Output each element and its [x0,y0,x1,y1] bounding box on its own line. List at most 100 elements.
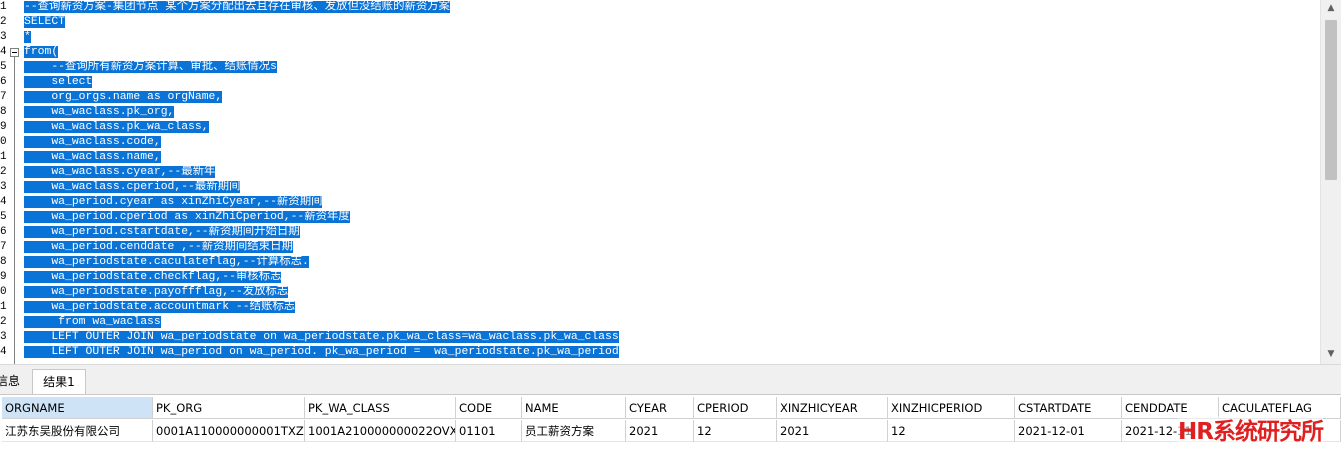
column-header[interactable]: XINZHICYEAR [777,397,888,419]
tab-info[interactable]: 信息 [0,369,30,394]
selected-code-text[interactable]: select [24,76,93,88]
code-line[interactable]: wa_waclass.code, [24,135,161,150]
selected-code-text[interactable]: SELECT [24,16,66,28]
selected-code-text[interactable]: wa_period.cstartdate,--薪资期间开始日期 [24,226,300,238]
code-line[interactable]: wa_period.cyear as xinZhiCyear,--薪资期间 [24,195,323,210]
column-header[interactable]: PK_WA_CLASS [305,397,456,419]
code-area[interactable]: --查询薪资方案-集团节点 某个方案分配出去且存在审核、发放但没结账的薪资方案 S… [24,0,1319,364]
code-line[interactable]: org_orgs.name as orgName, [24,90,223,105]
editor-vertical-scrollbar[interactable]: ▲ ▼ [1320,0,1341,364]
line-number-gutter: 1 2 3 4 5 6 7 8 9 0 1 2 3 4 5 6 7 8 9 0 1 2 3 4 [0,0,22,364]
line-number: 4 [0,196,7,208]
code-line[interactable]: wa_waclass.pk_wa_class, [24,120,209,135]
selected-code-text[interactable]: --查询薪资方案-集团节点 某个方案分配出去且存在审核、发放但没结账的薪资方案 [24,1,451,13]
scroll-down-arrow-icon[interactable]: ▼ [1321,346,1341,362]
scrollbar-thumb[interactable] [1325,20,1337,180]
column-header[interactable]: CYEAR [626,397,694,419]
selected-code-text[interactable]: wa_waclass.cyear,--最新年 [24,166,216,178]
column-header[interactable]: CSTARTDATE [1015,397,1122,419]
line-number: 5 [0,211,7,223]
selected-code-text[interactable]: * [24,31,31,43]
line-number: 7 [0,241,7,253]
selected-code-text[interactable]: LEFT OUTER JOIN wa_periodstate on wa_per… [24,331,619,343]
code-line[interactable]: LEFT OUTER JOIN wa_periodstate on wa_per… [24,330,619,345]
line-number: 9 [0,271,7,283]
column-header[interactable]: CPERIOD [694,397,777,419]
code-line[interactable]: --查询所有薪资方案计算、审批、结账情况s [24,60,277,75]
result-grid[interactable]: ORGNAME 江苏东吴股份有限公司 PK_ORG 0001A110000000001… [0,394,1341,449]
table-cell[interactable]: 1001A210000000022OVX [305,420,456,442]
table-cell[interactable]: 江苏东吴股份有限公司 [2,420,153,442]
result-tab-bar: 信息 结果1 [0,364,1341,395]
code-line[interactable]: wa_periodstate.accountmark --结账标志 [24,300,296,315]
table-cell[interactable]: 12 [888,420,1015,442]
watermark: HR系统研究所 [1178,416,1324,448]
tab-result-1[interactable]: 结果1 [32,369,86,395]
fold-collapse-icon[interactable] [10,48,19,57]
line-number: 6 [0,226,7,238]
code-line[interactable]: from wa_waclass [24,315,161,330]
line-number: 3 [0,181,7,193]
line-number: 2 [0,316,7,328]
table-cell[interactable]: 2021 [777,420,888,442]
code-line[interactable]: wa_period.cstartdate,--薪资期间开始日期 [24,225,300,240]
line-number: 1 [0,151,7,163]
column-header[interactable]: ORGNAME [2,397,153,419]
code-line[interactable]: select [24,75,93,90]
selected-code-text[interactable]: wa_period.cenddate ,--薪资期间结束日期 [24,241,293,253]
line-number: 0 [0,286,7,298]
code-line[interactable]: * [24,30,31,45]
line-number: 2 [0,166,7,178]
line-number: 6 [0,76,7,88]
column-header[interactable]: XINZHICPERIOD [888,397,1015,419]
selected-code-text[interactable]: from wa_waclass [24,316,161,328]
code-line[interactable]: LEFT OUTER JOIN wa_period on wa_period. … [24,345,619,360]
line-number: 3 [0,31,7,43]
column-header[interactable]: CODE [456,397,522,419]
code-line[interactable]: SELECT [24,15,66,30]
code-line[interactable]: wa_periodstate.checkflag,--审核标志 [24,270,282,285]
code-line[interactable]: wa_period.cperiod as xinZhiCperiod,--薪资年… [24,210,350,225]
table-cell[interactable]: 12 [694,420,777,442]
code-line[interactable]: wa_period.cenddate ,--薪资期间结束日期 [24,240,293,255]
table-cell[interactable]: 0001A110000000001TXZ [153,420,305,442]
line-number: 1 [0,301,7,313]
selected-code-text[interactable]: wa_waclass.code, [24,136,161,148]
table-cell[interactable]: 2021-12-01 [1015,420,1122,442]
column-header[interactable]: NAME [522,397,626,419]
line-number: 1 [0,1,7,13]
selected-code-text[interactable]: wa_period.cyear as xinZhiCyear,--薪资期间 [24,196,323,208]
code-line[interactable]: wa_periodstate.caculateflag,--计算标志. [24,255,309,270]
selected-code-text[interactable]: wa_periodstate.caculateflag,--计算标志. [24,256,309,268]
selected-code-text[interactable]: LEFT OUTER JOIN wa_period on wa_period. … [24,346,619,358]
selected-code-text[interactable]: wa_waclass.name, [24,151,161,163]
code-line[interactable]: --查询薪资方案-集团节点 某个方案分配出去且存在审核、发放但没结账的薪资方案 [24,0,451,15]
scroll-up-arrow-icon[interactable]: ▲ [1321,0,1341,16]
code-line[interactable]: wa_waclass.pk_org, [24,105,175,120]
code-line[interactable]: from( [24,45,59,60]
selected-code-text[interactable]: wa_waclass.pk_wa_class, [24,121,209,133]
selected-code-text[interactable]: from( [24,46,59,58]
selected-code-text[interactable]: wa_periodstate.payoffflag,--发放标志 [24,286,289,298]
code-line[interactable]: wa_waclass.cperiod,--最新期间 [24,180,241,195]
selected-code-text[interactable]: --查询所有薪资方案计算、审批、结账情况s [24,61,277,73]
line-number: 5 [0,61,7,73]
selected-code-text[interactable]: org_orgs.name as orgName, [24,91,223,103]
table-cell[interactable]: 2021 [626,420,694,442]
table-cell[interactable]: 01101 [456,420,522,442]
table-cell[interactable]: 员工薪资方案 [522,420,626,442]
code-line[interactable]: wa_periodstate.payoffflag,--发放标志 [24,285,289,300]
selected-code-text[interactable]: wa_periodstate.accountmark --结账标志 [24,301,296,313]
code-line[interactable]: wa_waclass.name, [24,150,161,165]
selected-code-text[interactable]: wa_periodstate.checkflag,--审核标志 [24,271,282,283]
code-line[interactable]: wa_waclass.cyear,--最新年 [24,165,216,180]
selected-code-text[interactable]: wa_waclass.pk_org, [24,106,175,118]
selected-code-text[interactable]: wa_period.cperiod as xinZhiCperiod,--薪资年… [24,211,350,223]
line-number: 8 [0,256,7,268]
sql-editor[interactable]: 1 2 3 4 5 6 7 8 9 0 1 2 3 4 5 6 7 8 9 0 1 2 3 4 --查询薪资方案-集团节点 某… [0,0,1341,364]
line-number: 4 [0,346,7,358]
line-number: 4 [0,46,7,58]
column-header[interactable]: PK_ORG [153,397,305,419]
selected-code-text[interactable]: wa_waclass.cperiod,--最新期间 [24,181,241,193]
line-number: 0 [0,136,7,148]
